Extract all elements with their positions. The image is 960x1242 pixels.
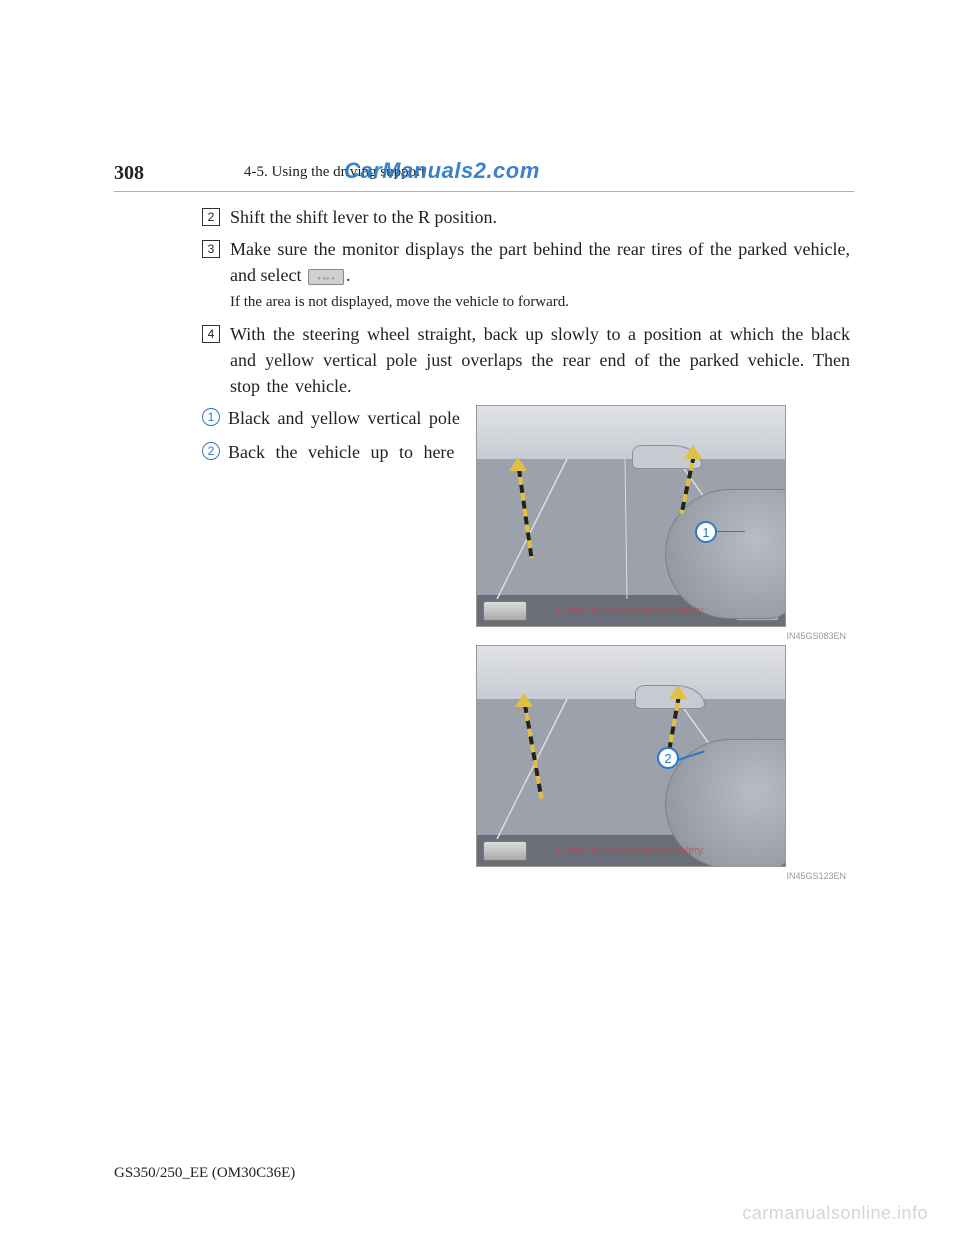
- step-3-note: If the area is not displayed, move the v…: [230, 294, 850, 311]
- sky-region: [477, 646, 785, 699]
- toolbar-left-button-icon: [483, 841, 527, 861]
- sky-region: [477, 406, 785, 459]
- callout-circle-1: 1: [695, 521, 717, 543]
- circle-number: 1: [202, 408, 220, 426]
- step-text: Make sure the monitor displays the part …: [230, 236, 850, 288]
- illustration-row: 1 Black and yellow vertical pole 2 Back …: [202, 405, 850, 867]
- guide-pole-flag-icon: [684, 445, 702, 459]
- step-3: 3 Make sure the monitor displays the par…: [202, 236, 850, 288]
- image-id-caption: IN45GS123EN: [786, 871, 846, 881]
- legend-item-1: 1 Black and yellow vertical pole: [202, 405, 462, 431]
- guide-pole-flag-icon: [669, 685, 687, 699]
- screenshots-column: 1 Check surroundings for safety. IN45GS0…: [476, 405, 850, 867]
- footer-watermark: carmanualsonline.info: [742, 1203, 928, 1224]
- footer-model-code: GS350/250_EE (OM30C36E): [114, 1165, 295, 1182]
- circle-number: 2: [202, 442, 220, 460]
- step-number-box: 3: [202, 240, 220, 258]
- guide-pole-flag-icon: [509, 457, 527, 471]
- step-text: Shift the shift lever to the R position.: [230, 204, 850, 230]
- step-2: 2 Shift the shift lever to the R positio…: [202, 204, 850, 230]
- safety-message: Check surroundings for safety.: [557, 845, 705, 857]
- step-text: With the steering wheel straight, back u…: [230, 321, 850, 399]
- monitor-screenshot-2: 2 Check surroundings for safety.: [476, 645, 786, 867]
- ground-region: 2: [477, 699, 785, 835]
- page-header: 308 4-5. Using the driving support CarMa…: [114, 162, 854, 185]
- callout-circle-2: 2: [657, 747, 679, 769]
- page-content: 2 Shift the shift lever to the R positio…: [202, 192, 850, 867]
- monitor-screenshot-1: 1 Check surroundings for safety.: [476, 405, 786, 627]
- monitor-screenshot-2-wrapper: 2 Check surroundings for safety. IN45GS1…: [476, 645, 850, 867]
- manual-page: 308 4-5. Using the driving support CarMa…: [114, 162, 854, 1162]
- ground-region: 1: [477, 459, 785, 595]
- legend-text: Black and yellow vertical pole: [228, 405, 462, 431]
- watermark-top: CarManuals2.com: [344, 158, 540, 184]
- legend-text: Back the vehicle up to here: [228, 439, 462, 465]
- parking-mode-button-icon: ◦ ◦◦ ◦: [308, 269, 344, 285]
- legend-item-2: 2 Back the vehicle up to here: [202, 439, 462, 465]
- page-number: 308: [114, 162, 144, 185]
- step-number-box: 2: [202, 208, 220, 226]
- toolbar-left-button-icon: [483, 601, 527, 621]
- step-number-box: 4: [202, 325, 220, 343]
- callout-legend: 1 Black and yellow vertical pole 2 Back …: [202, 405, 462, 867]
- image-id-caption: IN45GS083EN: [786, 631, 846, 641]
- step-4: 4 With the steering wheel straight, back…: [202, 321, 850, 399]
- monitor-screenshot-1-wrapper: 1 Check surroundings for safety. IN45GS0…: [476, 405, 850, 627]
- guide-pole-flag-icon: [515, 693, 533, 707]
- safety-message: Check surroundings for safety.: [557, 605, 705, 617]
- step-text-after: .: [346, 265, 351, 285]
